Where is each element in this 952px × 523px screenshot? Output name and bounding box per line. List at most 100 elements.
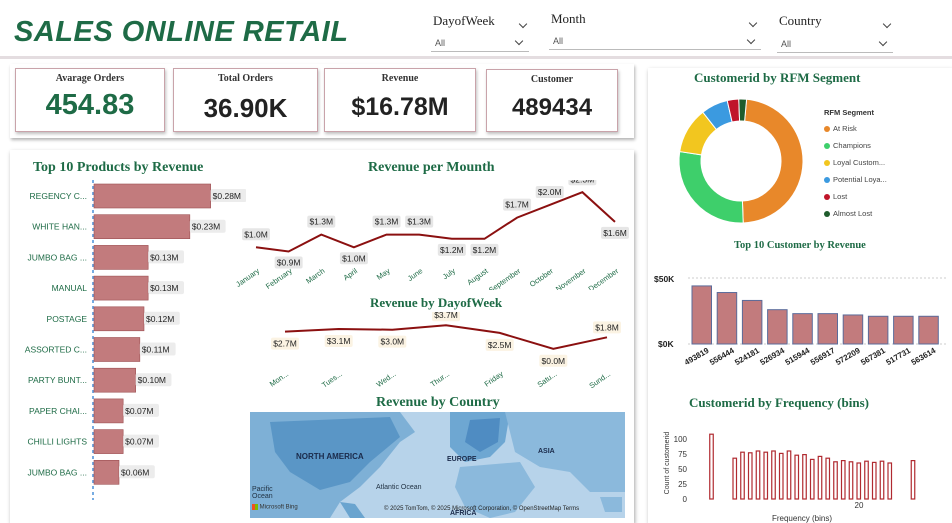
data-label: $2.7M xyxy=(273,339,297,349)
slicer-month-dropdown[interactable]: All xyxy=(549,32,761,50)
frequency-bar xyxy=(871,461,877,500)
slicer-dayofweek[interactable]: DayofWeek All xyxy=(428,8,532,56)
x-tick-label: 556917 xyxy=(809,346,837,367)
y-tick-label: 100 xyxy=(674,435,688,444)
slicer-country-dropdown[interactable]: All xyxy=(777,35,893,53)
map-label-atlantic: Atlantic Ocean xyxy=(376,484,422,491)
product-bar xyxy=(93,245,149,270)
kpi-value: 489434 xyxy=(511,94,593,121)
frequency-bar xyxy=(732,457,738,500)
x-tick-label: October xyxy=(528,266,555,289)
kpi-card-customer: Customer 489434 xyxy=(486,69,618,132)
data-label: $3.7M xyxy=(434,312,458,320)
frequency-bar xyxy=(817,455,823,500)
slicer-country[interactable]: Country All xyxy=(774,8,896,56)
data-label: $0.06M xyxy=(121,467,149,477)
frequency-bar xyxy=(833,461,838,500)
customers-chart: $50K $0K 493819556444524181526934515944556… xyxy=(654,274,946,367)
kpi-card-average-orders: Avarage Orders 454.83 xyxy=(15,68,165,132)
legend-item[interactable]: At Risk xyxy=(824,120,924,137)
rfm-chart-title: Customerid by RFM Segment xyxy=(694,70,861,85)
kpi-title: Total Orders xyxy=(218,73,273,84)
x-tick-label: 526934 xyxy=(758,346,786,367)
product-bar xyxy=(93,183,211,209)
y-tick-label: 50 xyxy=(678,465,687,474)
country-map[interactable]: NORTH AMERICA EUROPE ASIA Atlantic Ocean… xyxy=(250,412,625,518)
data-label: $1.7M xyxy=(505,200,529,210)
donut-slice xyxy=(741,98,804,224)
data-label: $3.1M xyxy=(327,336,351,346)
x-tick-label: September xyxy=(487,266,523,290)
x-axis-label: Frequency (bins) xyxy=(772,514,832,523)
frequency-bar xyxy=(848,461,854,500)
legend-item[interactable]: Loyal Custom... xyxy=(824,154,924,171)
x-tick-label: 556444 xyxy=(708,346,736,367)
category-tick-label: ASSORTED C... xyxy=(25,345,87,355)
data-label: $0.23M xyxy=(192,222,220,232)
frequency-bar xyxy=(778,452,784,500)
frequency-bar xyxy=(887,462,893,500)
x-tick-label: July xyxy=(441,266,457,281)
category-tick-label: POSTAGE xyxy=(47,314,88,324)
product-bar xyxy=(93,429,124,454)
customer-bar xyxy=(792,313,813,345)
legend-label: Lost xyxy=(833,192,848,201)
x-tick-label: February xyxy=(264,266,294,290)
x-tick-label: Sund... xyxy=(588,369,613,390)
legend-item[interactable]: Lost xyxy=(824,188,924,205)
frequency-bar xyxy=(825,457,831,500)
map-label-north-america: NORTH AMERICA xyxy=(296,452,364,461)
x-tick-label: Wed... xyxy=(375,369,398,389)
category-tick-label: JUMBO BAG ... xyxy=(27,252,87,262)
legend-item[interactable]: Champions xyxy=(824,137,924,154)
legend-dot-icon xyxy=(824,159,830,166)
chevron-down-icon xyxy=(518,19,528,29)
data-label: $2.0M xyxy=(538,187,562,197)
x-tick-label: April xyxy=(342,266,360,282)
data-label: $0.10M xyxy=(138,375,166,385)
customer-bar xyxy=(716,292,738,345)
monthly-chart: $1.0M January $0.9MFebruary $1.3M March $1.0M… xyxy=(234,180,629,290)
data-label: $0.11M xyxy=(142,345,170,355)
map-brand: Microsoft Bing xyxy=(259,504,298,511)
legend-label: Champions xyxy=(833,141,871,150)
category-tick-label: MANUAL xyxy=(52,283,88,293)
data-label: $1.2M xyxy=(473,245,497,255)
legend-item[interactable]: Potential Loya... xyxy=(824,171,924,188)
data-label: $2.5M xyxy=(488,340,512,350)
data-label: $1.6M xyxy=(603,228,627,238)
data-label: $3.0M xyxy=(381,337,405,347)
data-label: $1.0M xyxy=(244,229,268,239)
data-label: $1.0M xyxy=(342,253,366,263)
map-title: Revenue by Country xyxy=(376,395,500,410)
legend-dot-icon xyxy=(824,176,830,183)
product-bar xyxy=(93,367,136,393)
rfm-legend: At Risk Champions Loyal Custom... Potential… xyxy=(824,120,924,222)
customer-bar xyxy=(842,314,864,345)
y-tick-label: $50K xyxy=(654,274,675,284)
legend-item[interactable]: Almost Lost xyxy=(824,205,924,222)
slicer-month[interactable]: Month All xyxy=(546,8,764,56)
category-tick-label: CHILLI LIGHTS xyxy=(27,437,87,447)
x-tick-label: 567381 xyxy=(859,346,887,367)
kpi-value: $16.78M xyxy=(351,93,449,121)
freq-chart-title: Customerid by Frequency (bins) xyxy=(689,395,869,410)
customer-bar xyxy=(741,299,763,345)
kpi-title: Revenue xyxy=(381,73,419,84)
x-tick-label: Thur... xyxy=(429,369,452,389)
freq-chart: Count of customerid 0 25 50 75 100 20 Frequency… xyxy=(664,432,916,523)
chevron-down-icon xyxy=(882,19,892,29)
customer-bar xyxy=(918,315,939,345)
category-tick-label: PARTY BUNT... xyxy=(28,375,87,385)
x-tick-label: Tues... xyxy=(320,369,344,389)
x-tick-label: 572209 xyxy=(834,346,862,367)
data-label: $2.3M xyxy=(571,180,595,184)
title-divider xyxy=(0,56,952,59)
data-label: $1.3M xyxy=(407,217,431,227)
slicer-dayofweek-dropdown[interactable]: All xyxy=(431,34,529,52)
product-bar xyxy=(93,459,120,485)
data-label: $1.8M xyxy=(595,322,619,332)
map-label-europe: EUROPE xyxy=(447,456,477,463)
customers-chart-title: Top 10 Customer by Revenue xyxy=(734,240,866,251)
category-tick-label: PAPER CHAI... xyxy=(29,406,87,416)
